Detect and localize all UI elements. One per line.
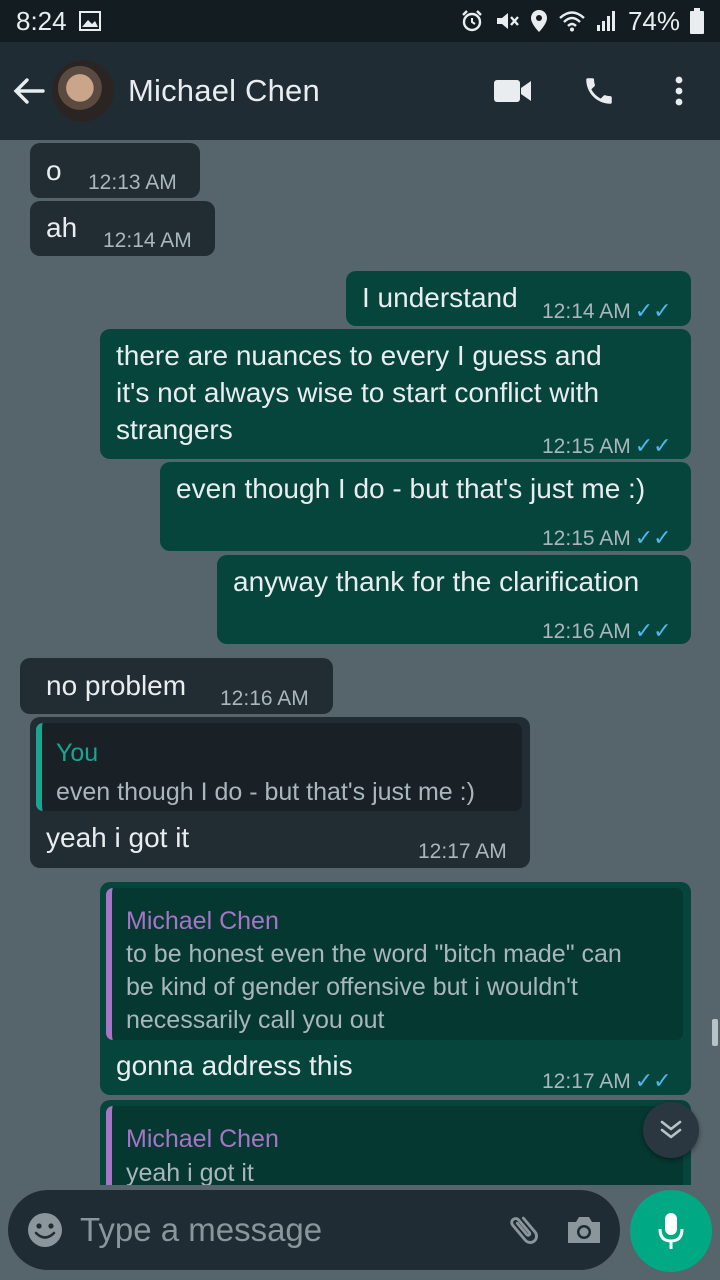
message-meta: 12:17 AM ✓✓ <box>542 1062 672 1100</box>
video-call-icon <box>494 80 531 102</box>
message-list[interactable]: o 12:13 AM ah 12:14 AM I understand 12:1… <box>0 140 720 1185</box>
scrollbar-thumb[interactable] <box>712 1019 718 1046</box>
camera-icon <box>568 1217 600 1243</box>
message-meta: 12:15 AM ✓✓ <box>542 519 672 557</box>
message-time: 12:14 AM <box>103 229 192 252</box>
message-text: gonna address this <box>116 1050 353 1081</box>
message-time: 12:17 AM <box>418 840 507 863</box>
back-arrow-icon <box>13 78 45 104</box>
message-time: 12:15 AM <box>542 435 631 458</box>
message-text: anyway thank for the clarification <box>233 566 640 597</box>
quoted-message[interactable]: Michael Chen yeah i got it <box>106 1106 683 1185</box>
quoted-message[interactable]: You even though I do - but that's just m… <box>36 723 522 811</box>
message-text-line: strangers <box>116 414 233 445</box>
message-bubble[interactable]: even though I do - but that's just me :)… <box>160 462 691 551</box>
message-text: no problem <box>46 670 187 701</box>
message-time: 12:13 AM <box>88 171 177 194</box>
message-meta: 12:14 AM ✓✓ <box>542 292 672 330</box>
status-bar: 8:24 74% <box>0 0 720 42</box>
signal-icon <box>596 10 618 32</box>
message-time: 12:14 AM <box>542 300 631 323</box>
message-text-line: it's not always wise to start conflict w… <box>116 377 600 408</box>
message-meta: 12:16 AM ✓✓ <box>542 612 672 650</box>
voice-message-button[interactable] <box>630 1190 712 1272</box>
back-button[interactable] <box>4 61 54 121</box>
chat-header: Michael Chen <box>0 42 720 140</box>
avatar[interactable] <box>52 60 114 122</box>
quote-text-line: to be honest even the word "bitch made" … <box>126 940 622 968</box>
quote-author: You <box>56 739 99 767</box>
read-ticks-icon: ✓✓ <box>634 525 672 550</box>
message-text-line: there are nuances to every I guess and <box>116 340 602 371</box>
more-vertical-icon <box>675 76 683 106</box>
contact-name[interactable]: Michael Chen <box>128 73 478 109</box>
message-bubble[interactable]: ah 12:14 AM <box>30 201 215 256</box>
quote-text: even though I do - but that's just me :) <box>56 778 475 806</box>
quote-text: yeah i got it <box>126 1159 254 1185</box>
message-bubble[interactable]: Michael Chen yeah i got it <box>100 1100 691 1185</box>
emoji-button[interactable] <box>26 1205 64 1255</box>
quote-author: Michael Chen <box>126 1125 279 1153</box>
message-text: even though I do - but that's just me :) <box>176 473 646 504</box>
message-bubble[interactable]: You even though I do - but that's just m… <box>30 717 530 868</box>
message-bubble[interactable]: anyway thank for the clarification 12:16… <box>217 555 691 644</box>
emoji-icon <box>28 1213 62 1247</box>
wifi-icon <box>558 10 586 32</box>
read-ticks-icon: ✓✓ <box>634 618 672 643</box>
message-bubble[interactable]: there are nuances to every I guess and i… <box>100 329 691 459</box>
double-chevron-down-icon <box>660 1120 682 1139</box>
message-time: 12:16 AM <box>220 687 309 710</box>
message-bubble[interactable]: I understand 12:14 AM ✓✓ <box>346 271 691 326</box>
alarm-icon <box>460 9 484 33</box>
mute-icon <box>494 9 520 33</box>
message-text: I understand <box>362 282 518 313</box>
battery-icon <box>690 8 704 34</box>
video-call-button[interactable] <box>478 56 548 126</box>
message-meta: 12:15 AM ✓✓ <box>542 427 672 465</box>
read-ticks-icon: ✓✓ <box>634 1068 672 1093</box>
quote-text-line: necessarily call you out <box>126 1006 385 1034</box>
message-time: 12:16 AM <box>542 620 631 643</box>
message-bubble[interactable]: o 12:13 AM <box>30 143 200 198</box>
paperclip-icon <box>510 1216 538 1244</box>
composer <box>8 1190 620 1270</box>
scroll-to-bottom-button[interactable] <box>643 1102 699 1158</box>
battery-percent: 74% <box>627 5 680 36</box>
message-input[interactable] <box>80 1200 505 1260</box>
status-time: 8:24 <box>16 5 67 36</box>
image-icon <box>78 11 101 31</box>
message-text: o <box>46 155 62 186</box>
message-time: 12:15 AM <box>542 527 631 550</box>
message-text: ah <box>46 212 78 243</box>
voice-call-button[interactable] <box>564 56 634 126</box>
message-time: 12:17 AM <box>542 1070 631 1093</box>
more-options-button[interactable] <box>644 56 714 126</box>
message-bubble[interactable]: Michael Chen to be honest even the word … <box>100 882 691 1095</box>
quoted-message[interactable]: Michael Chen to be honest even the word … <box>106 888 683 1040</box>
camera-button[interactable] <box>565 1204 603 1256</box>
message-text: yeah i got it <box>46 822 190 853</box>
read-ticks-icon: ✓✓ <box>634 433 672 458</box>
location-icon <box>530 9 548 33</box>
mic-icon <box>658 1213 684 1249</box>
quote-text-line: be kind of gender offensive but i wouldn… <box>126 973 578 1001</box>
attach-button[interactable] <box>505 1204 543 1256</box>
quote-author: Michael Chen <box>126 907 279 935</box>
phone-icon <box>586 78 612 104</box>
message-bubble[interactable]: no problem 12:16 AM <box>20 658 333 714</box>
read-ticks-icon: ✓✓ <box>634 298 672 323</box>
